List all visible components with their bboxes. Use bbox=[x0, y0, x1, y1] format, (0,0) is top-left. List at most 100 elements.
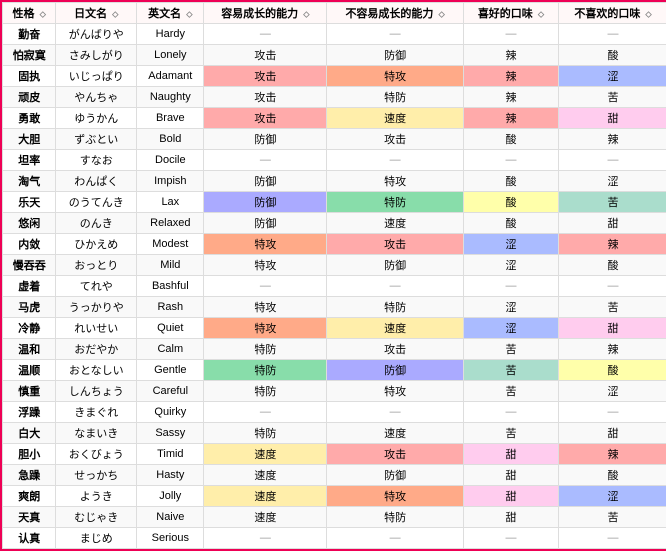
cell-up: 特攻 bbox=[204, 318, 327, 339]
cell-up: — bbox=[204, 402, 327, 423]
cell-en: Bashful bbox=[137, 276, 204, 297]
cell-down: 防御 bbox=[327, 360, 464, 381]
col-header-ja[interactable]: 日文名 ⬦ bbox=[56, 3, 137, 24]
cell-down: 攻击 bbox=[327, 339, 464, 360]
cell-nature: 慎重 bbox=[3, 381, 56, 402]
table-row: 勤奋 がんばりや Hardy — — — — bbox=[3, 24, 666, 45]
cell-en: Adamant bbox=[137, 66, 204, 87]
cell-en: Careful bbox=[137, 381, 204, 402]
sort-icon-down: ⬦ bbox=[439, 9, 445, 20]
cell-down: 特防 bbox=[327, 507, 464, 528]
cell-like: 涩 bbox=[463, 234, 558, 255]
cell-ja: まじめ bbox=[56, 528, 137, 549]
cell-dislike: 甜 bbox=[559, 423, 666, 444]
col-header-up[interactable]: 容易成长的能力 ⬦ bbox=[204, 3, 327, 24]
cell-en: Relaxed bbox=[137, 213, 204, 234]
col-header-down[interactable]: 不容易成长的能力 ⬦ bbox=[327, 3, 464, 24]
cell-like: 甜 bbox=[463, 486, 558, 507]
table-row: 淘气 わんぱく Impish 防御 特攻 酸 涩 bbox=[3, 171, 666, 192]
cell-en: Calm bbox=[137, 339, 204, 360]
cell-ja: おくびょう bbox=[56, 444, 137, 465]
cell-nature: 天真 bbox=[3, 507, 56, 528]
cell-up: 特防 bbox=[204, 360, 327, 381]
cell-ja: のんき bbox=[56, 213, 137, 234]
cell-dislike: 涩 bbox=[559, 66, 666, 87]
cell-up: 特防 bbox=[204, 423, 327, 444]
cell-down: 速度 bbox=[327, 423, 464, 444]
nature-table: 性格 ⬦ 日文名 ⬦ 英文名 ⬦ 容易成长的能力 ⬦ 不容易成长的能力 ⬦ 喜好… bbox=[2, 2, 666, 549]
cell-dislike: 苦 bbox=[559, 297, 666, 318]
cell-dislike: 甜 bbox=[559, 108, 666, 129]
cell-dislike: 辣 bbox=[559, 234, 666, 255]
table-row: 悠闲 のんき Relaxed 防御 速度 酸 甜 bbox=[3, 213, 666, 234]
sort-icon-nature: ⬦ bbox=[40, 9, 46, 20]
cell-up: 特攻 bbox=[204, 297, 327, 318]
cell-up: — bbox=[204, 528, 327, 549]
cell-down: 特防 bbox=[327, 87, 464, 108]
cell-en: Jolly bbox=[137, 486, 204, 507]
table-row: 冷静 れいせい Quiet 特攻 速度 涩 甜 bbox=[3, 318, 666, 339]
cell-nature: 乐天 bbox=[3, 192, 56, 213]
col-header-like[interactable]: 喜好的口味 ⬦ bbox=[463, 3, 558, 24]
cell-like: 酸 bbox=[463, 192, 558, 213]
cell-nature: 慢吞吞 bbox=[3, 255, 56, 276]
col-header-en[interactable]: 英文名 ⬦ bbox=[137, 3, 204, 24]
col-header-nature[interactable]: 性格 ⬦ bbox=[3, 3, 56, 24]
col-header-dislike[interactable]: 不喜欢的口味 ⬦ bbox=[559, 3, 666, 24]
table-row: 大胆 ずぶとい Bold 防御 攻击 酸 辣 bbox=[3, 129, 666, 150]
table-row: 顽皮 やんちゃ Naughty 攻击 特防 辣 苦 bbox=[3, 87, 666, 108]
cell-like: — bbox=[463, 528, 558, 549]
cell-up: — bbox=[204, 150, 327, 171]
cell-like: 涩 bbox=[463, 255, 558, 276]
cell-ja: のうてんき bbox=[56, 192, 137, 213]
table-body: 勤奋 がんばりや Hardy — — — — 怕寂寞 さみしがり Lonely … bbox=[3, 24, 666, 549]
cell-up: 特攻 bbox=[204, 234, 327, 255]
cell-dislike: 涩 bbox=[559, 381, 666, 402]
cell-ja: せっかち bbox=[56, 465, 137, 486]
table-row: 内敛 ひかえめ Modest 特攻 攻击 涩 辣 bbox=[3, 234, 666, 255]
table-row: 怕寂寞 さみしがり Lonely 攻击 防御 辣 酸 bbox=[3, 45, 666, 66]
table-row: 温和 おだやか Calm 特防 攻击 苦 辣 bbox=[3, 339, 666, 360]
cell-up: 速度 bbox=[204, 465, 327, 486]
cell-dislike: — bbox=[559, 528, 666, 549]
cell-dislike: 酸 bbox=[559, 255, 666, 276]
cell-up: 攻击 bbox=[204, 45, 327, 66]
cell-en: Quiet bbox=[137, 318, 204, 339]
cell-down: 特攻 bbox=[327, 66, 464, 87]
cell-like: 甜 bbox=[463, 507, 558, 528]
sort-icon-like: ⬦ bbox=[538, 9, 544, 20]
table-row: 爽朗 ようき Jolly 速度 特攻 甜 涩 bbox=[3, 486, 666, 507]
cell-nature: 白大 bbox=[3, 423, 56, 444]
cell-dislike: 苦 bbox=[559, 507, 666, 528]
cell-down: 防御 bbox=[327, 465, 464, 486]
table-row: 胆小 おくびょう Timid 速度 攻击 甜 辣 bbox=[3, 444, 666, 465]
cell-down: 速度 bbox=[327, 213, 464, 234]
cell-like: 甜 bbox=[463, 444, 558, 465]
table-row: 白大 なまいき Sassy 特防 速度 苦 甜 bbox=[3, 423, 666, 444]
cell-down: 特防 bbox=[327, 192, 464, 213]
cell-down: 特攻 bbox=[327, 381, 464, 402]
cell-nature: 勇敢 bbox=[3, 108, 56, 129]
cell-en: Brave bbox=[137, 108, 204, 129]
cell-en: Gentle bbox=[137, 360, 204, 381]
table-row: 温顺 おとなしい Gentle 特防 防御 苦 酸 bbox=[3, 360, 666, 381]
cell-down: 防御 bbox=[327, 45, 464, 66]
cell-down: 攻击 bbox=[327, 444, 464, 465]
cell-nature: 固执 bbox=[3, 66, 56, 87]
cell-down: 速度 bbox=[327, 318, 464, 339]
table-row: 勇敢 ゆうかん Brave 攻击 速度 辣 甜 bbox=[3, 108, 666, 129]
cell-up: — bbox=[204, 276, 327, 297]
sort-icon-dislike: ⬦ bbox=[645, 9, 651, 20]
table-row: 急躁 せっかち Hasty 速度 防御 甜 酸 bbox=[3, 465, 666, 486]
cell-up: 速度 bbox=[204, 486, 327, 507]
cell-ja: やんちゃ bbox=[56, 87, 137, 108]
cell-like: 苦 bbox=[463, 339, 558, 360]
cell-ja: ひかえめ bbox=[56, 234, 137, 255]
cell-en: Hasty bbox=[137, 465, 204, 486]
cell-up: 防御 bbox=[204, 129, 327, 150]
cell-ja: すなお bbox=[56, 150, 137, 171]
table-row: 虚着 てれや Bashful — — — — bbox=[3, 276, 666, 297]
table-row: 慢吞吞 おっとり Mild 特攻 防御 涩 酸 bbox=[3, 255, 666, 276]
cell-dislike: — bbox=[559, 150, 666, 171]
cell-nature: 坦率 bbox=[3, 150, 56, 171]
